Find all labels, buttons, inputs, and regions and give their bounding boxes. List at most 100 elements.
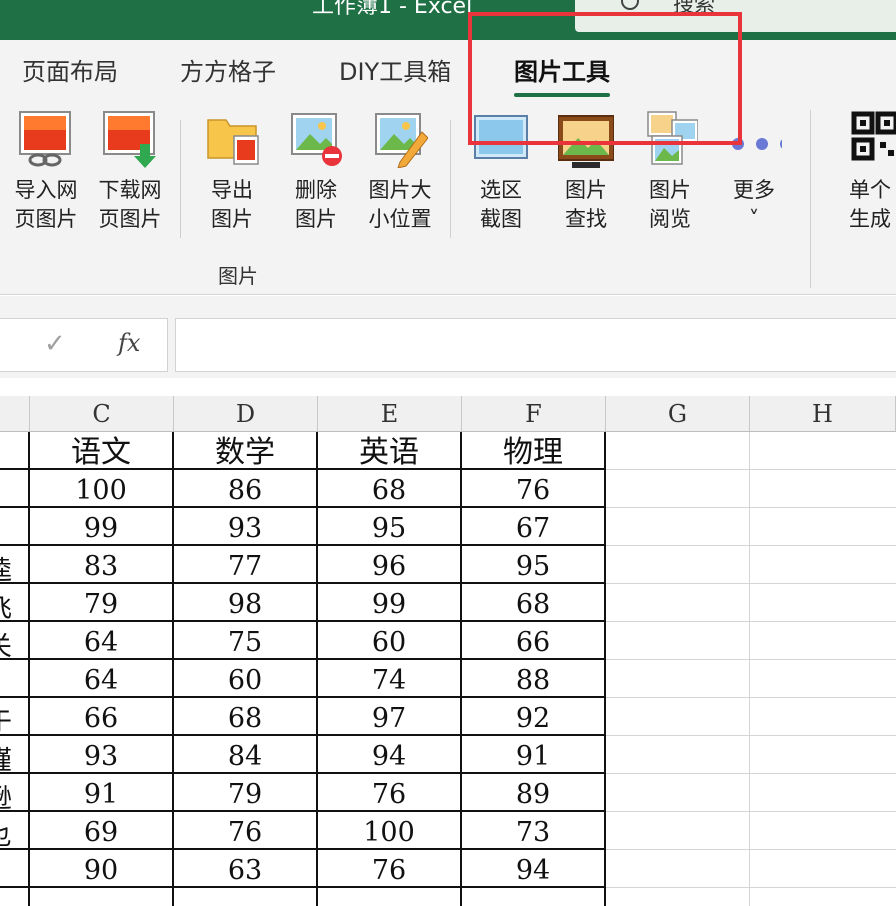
table-cell-physics[interactable]: 92 (462, 698, 604, 734)
row-stub-cell[interactable]: 飞 (0, 588, 12, 622)
table-cell-chinese[interactable]: 69 (30, 812, 172, 848)
row-stub-cell[interactable] (0, 512, 12, 546)
delete-image-button[interactable]: 删除 图片 (276, 110, 356, 234)
tab-page-layout[interactable]: 页面布局 (22, 52, 118, 87)
selection-screenshot-icon (473, 110, 529, 168)
image-size-position-button[interactable]: 图片大 小位置 (360, 110, 440, 234)
column-header-h[interactable]: H (750, 396, 896, 432)
row-stub-cell[interactable] (0, 664, 12, 698)
table-cell-physics[interactable]: 94 (462, 850, 604, 886)
column-header-c[interactable]: C (30, 396, 174, 432)
table-cell-chinese[interactable]: 99 (30, 508, 172, 544)
table-cell-chinese[interactable]: 66 (30, 698, 172, 734)
table-cell-math[interactable]: 60 (174, 660, 316, 696)
table-cell-english[interactable]: 99 (318, 584, 460, 620)
row-stub-cell[interactable] (0, 474, 12, 508)
row-stub-cell[interactable]: 关 (0, 626, 12, 660)
table-cell-math[interactable]: 79 (174, 774, 316, 810)
export-image-label: 导出 图片 (211, 178, 253, 231)
row-stub-cell[interactable]: 于 (0, 702, 12, 736)
table-cell-math[interactable]: 98 (174, 584, 316, 620)
table-cell-english[interactable]: 100 (318, 812, 460, 848)
column-header-d[interactable]: D (174, 396, 318, 432)
export-image-button[interactable]: 导出 图片 (192, 110, 272, 234)
table-cell-physics[interactable]: 89 (462, 774, 604, 810)
table-cell-english[interactable]: 68 (318, 470, 460, 506)
qr-code-icon (842, 110, 896, 168)
table-cell-physics[interactable]: 67 (462, 508, 604, 544)
title-bar: 工作簿1 - Excel 搜索 (0, 0, 896, 40)
row-stub-cell[interactable]: 瑾 (0, 740, 12, 774)
table-cell-math[interactable]: 76 (174, 812, 316, 848)
enter-check-icon[interactable]: ✓ (44, 329, 66, 359)
table-cell-physics[interactable]: 68 (462, 584, 604, 620)
table-cell-physics[interactable]: 95 (462, 546, 604, 582)
more-label: 更多 ˅ (733, 178, 775, 231)
header-cell-chinese[interactable]: 语文 (30, 432, 172, 470)
download-web-image-label: 下载网 页图片 (98, 178, 162, 231)
table-cell-chinese[interactable]: 79 (30, 584, 172, 620)
table-cell-math[interactable]: 77 (174, 546, 316, 582)
ribbon-separator (180, 120, 181, 238)
image-size-position-icon (372, 110, 429, 169)
table-cell-math[interactable]: 93 (174, 508, 316, 544)
download-web-image-button[interactable]: 下载网 页图片 (90, 110, 170, 234)
header-cell-math[interactable]: 数学 (174, 432, 316, 470)
row-stub-cell[interactable]: 逊 (0, 778, 12, 812)
table-cell-english[interactable]: 60 (318, 622, 460, 658)
formula-input[interactable] (175, 318, 896, 372)
more-button[interactable]: 更多 ˅ (714, 110, 794, 234)
table-cell-chinese[interactable]: 83 (30, 546, 172, 582)
table-cell-english[interactable]: 76 (318, 774, 460, 810)
table-cell-math[interactable]: 86 (174, 470, 316, 506)
table-cell-chinese[interactable]: 90 (30, 850, 172, 886)
image-viewer-button[interactable]: 图片 阅览 (630, 110, 710, 234)
find-image-icon (557, 110, 615, 168)
tab-diy-toolbox[interactable]: DIY工具箱 (339, 52, 451, 87)
table-cell-physics[interactable]: 76 (462, 470, 604, 506)
column-header-b[interactable] (0, 396, 30, 432)
table-cell-english[interactable]: 97 (318, 698, 460, 734)
column-header-e[interactable]: E (318, 396, 462, 432)
header-cell-english[interactable]: 英语 (318, 432, 460, 470)
insert-function-button[interactable]: fx (118, 329, 140, 357)
import-web-image-button[interactable]: 导入网 页图片 (6, 110, 86, 234)
column-header-g[interactable]: G (606, 396, 750, 432)
table-cell-english[interactable]: 96 (318, 546, 460, 582)
table-cell-math[interactable]: 63 (174, 850, 316, 886)
table-cell-math[interactable]: 68 (174, 698, 316, 734)
row-stub-cell[interactable] (0, 854, 12, 888)
column-header-f[interactable]: F (462, 396, 606, 432)
table-cell-chinese[interactable]: 93 (30, 736, 172, 772)
table-cell-english[interactable]: 94 (318, 736, 460, 772)
image-viewer-icon (642, 110, 699, 168)
formula-controls: ✓ fx (0, 318, 168, 372)
search-label: 搜索 (673, 0, 715, 16)
download-web-image-icon (102, 110, 158, 168)
table-cell-chinese[interactable]: 91 (30, 774, 172, 810)
table-cell-physics[interactable]: 73 (462, 812, 604, 848)
tab-fangfang-gezi[interactable]: 方方格子 (180, 52, 276, 87)
single-generate-button[interactable]: 单个 生成 (830, 110, 896, 234)
table-cell-english[interactable]: 95 (318, 508, 460, 544)
tab-image-tools[interactable]: 图片工具 (514, 52, 610, 97)
table-cell-chinese[interactable]: 100 (30, 470, 172, 506)
table-cell-physics[interactable]: 66 (462, 622, 604, 658)
sheet-top-gap (0, 378, 896, 396)
find-image-button[interactable]: 图片 查找 (546, 110, 626, 234)
table-cell-english[interactable]: 76 (318, 850, 460, 886)
table-cell-english[interactable]: 74 (318, 660, 460, 696)
selection-screenshot-button[interactable]: 选区 截图 (461, 110, 541, 234)
table-cell-physics[interactable]: 91 (462, 736, 604, 772)
table-cell-math[interactable]: 75 (174, 622, 316, 658)
row-stub-cell[interactable]: 乜 (0, 816, 12, 850)
table-cell-chinese[interactable]: 64 (30, 660, 172, 696)
table-cell-physics[interactable]: 88 (462, 660, 604, 696)
header-cell-physics[interactable]: 物理 (462, 432, 604, 470)
table-cell-chinese[interactable]: 64 (30, 622, 172, 658)
search-box[interactable]: 搜索 (575, 0, 896, 32)
table-cell-math[interactable]: 84 (174, 736, 316, 772)
single-generate-label: 单个 生成 (849, 178, 891, 231)
row-stub-cell[interactable]: 逵 (0, 550, 12, 584)
group-separator (810, 110, 811, 288)
